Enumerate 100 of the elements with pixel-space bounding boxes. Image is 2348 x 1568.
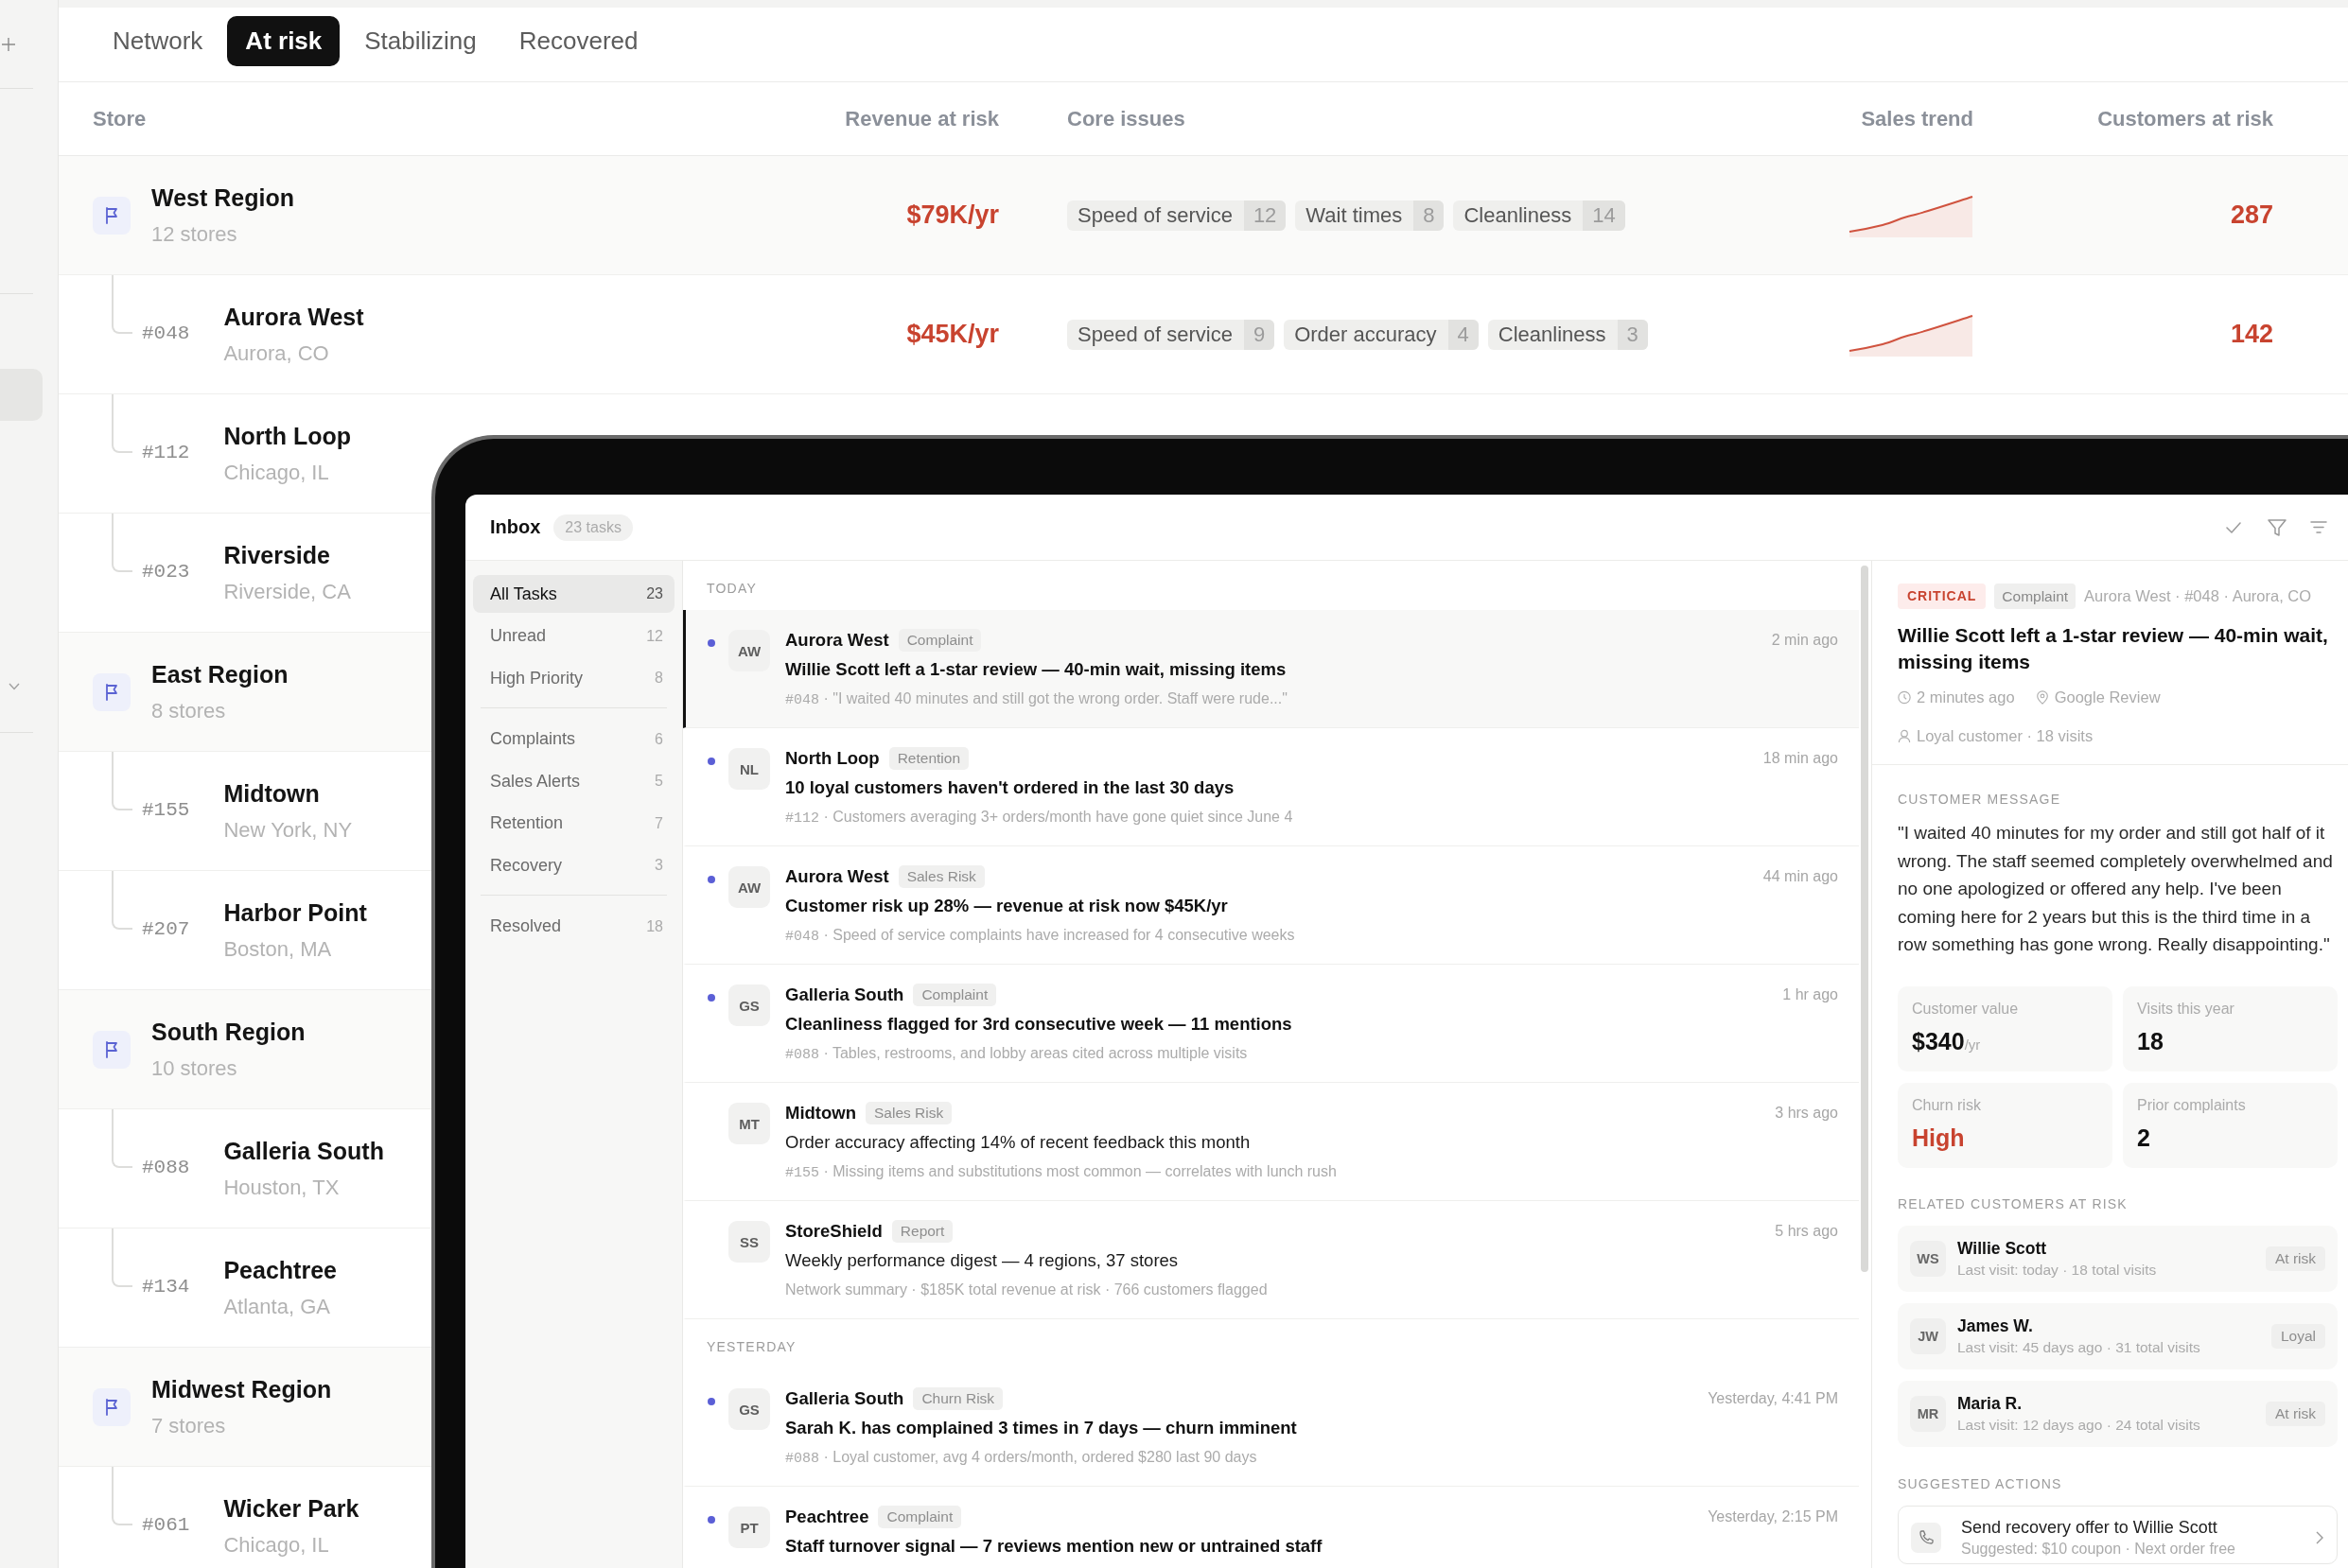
task-item[interactable]: GS Galleria South Churn Risk Yesterday, 4:41 PM Sarah K. has complained 3 times in 7 days — churn imminent #088 · Loyal customer, avg 4 orders/month, ordered $280 last 90 days (683, 1368, 1859, 1487)
folder-item[interactable]: Retention 7 (473, 804, 675, 843)
task-title: Customer risk up 28% — revenue at risk now $45K/yr (785, 895, 1228, 917)
task-summary: #112 · Customers averaging 3+ orders/month have gone quiet since June 4 (785, 808, 1293, 828)
store-count: 8 stores (151, 698, 226, 724)
store-name: Harbor Point (223, 898, 367, 927)
check-icon[interactable] (2226, 521, 2241, 533)
issue-tag: Speed of service 9 (1067, 319, 1275, 350)
task-summary: #088 · Tables, restrooms, and lobby areas cited across multiple visits (785, 1044, 1248, 1065)
folder-item[interactable]: Sales Alerts 5 (473, 762, 675, 800)
task-item[interactable]: AW Aurora West Complaint 2 min ago Willie Scott left a 1-star review — 40-min wait, missing items #048 · "I waited 40 minutes and still got the wrong order. Staff were rude..." (683, 610, 1859, 728)
stat-label: Visits this year (2137, 999, 2234, 1019)
region-name: West Region (151, 183, 294, 212)
folder-item[interactable]: Complaints 6 (473, 720, 675, 758)
store-name: Wicker Park (223, 1494, 359, 1523)
related-customer-card[interactable]: WS Willie Scott Last visit: today · 18 total visits At risk (1898, 1225, 2338, 1292)
suggested-action-card[interactable]: Send recovery offer to Willie Scott Suggested: $10 coupon · Next order free (1898, 1505, 2338, 1564)
scrollbar-thumb[interactable] (1861, 566, 1868, 1272)
region-name: South Region (151, 1018, 306, 1046)
store-city: Atlanta, GA (223, 1294, 330, 1320)
task-title: Weekly performance digest — 4 regions, 37 stores (785, 1249, 1179, 1272)
category-tag: Sales Risk (866, 1102, 953, 1124)
customer-visits: Last visit: 45 days ago · 31 total visits (1957, 1337, 2200, 1357)
time-ago: 2 minutes ago (1917, 688, 2015, 706)
tree-line (112, 752, 132, 810)
avatar: AW (728, 866, 770, 908)
category-tag: Sales Risk (898, 865, 985, 888)
section-label: TODAY (707, 581, 757, 596)
store-name: StoreShield (785, 1221, 883, 1242)
task-title: Staff turnover signal — 7 reviews mention new or untrained staff (785, 1535, 1323, 1558)
region-row[interactable]: Midwest Region 7 stores (59, 1348, 431, 1467)
avatar: GS (728, 1388, 770, 1430)
category-tag: Report (891, 1220, 954, 1243)
category-tag: Complaint (898, 629, 982, 652)
chevron-down-icon[interactable] (9, 683, 20, 690)
store-count: 10 stores (151, 1055, 237, 1082)
tab[interactable]: Network (95, 16, 221, 66)
timestamp: 44 min ago (1762, 868, 1838, 885)
store-city: Chicago, IL (223, 1532, 329, 1559)
tab[interactable]: At risk (227, 16, 341, 66)
flag-icon (93, 197, 131, 235)
task-item[interactable]: SS StoreShield Report 5 hrs ago Weekly performance digest — 4 regions, 37 stores Network summary · $185K total revenue at risk · 766 customers flagged (683, 1201, 1859, 1319)
customers-count: 142 (2230, 320, 2273, 349)
category-tag: Complaint (1994, 584, 2076, 609)
timestamp: Yesterday, 2:15 PM (1708, 1508, 1838, 1525)
region-row[interactable]: West Region 12 stores $79K/yr Speed of service 12 Wait times 8 Cleanliness 14 287 (59, 156, 2348, 275)
status-tag: Loyal (2270, 1323, 2325, 1349)
related-customer-card[interactable]: JW James W. Last visit: 45 days ago · 31 total visits Loyal (1898, 1302, 2338, 1369)
severity-tag: CRITICAL (1898, 584, 1987, 609)
task-item[interactable]: PT Peachtree Complaint Yesterday, 2:15 PM Staff turnover signal — 7 reviews mention new or untrained staff (683, 1487, 1859, 1568)
task-item[interactable]: GS Galleria South Complaint 1 hr ago Cleanliness flagged for 3rd consecutive week — 11 mentions #088 · Tables, restrooms, and lobby areas cited across multiple visits (683, 965, 1859, 1083)
customer-summary: Loyal customer · 18 visits (1917, 727, 2094, 745)
tree-line (112, 275, 132, 334)
store-city: Boston, MA (223, 936, 332, 963)
customer-message: "I waited 40 minutes for my order and still got half of it wrong. The staff seemed completely overwhelmed and no one apologized or offered any help. I've been coming here for 2 years but this is the third time in a row something has gone wrong. Really disappointing." (1898, 822, 2334, 956)
tree-line (112, 1467, 132, 1525)
timestamp: 5 hrs ago (1775, 1223, 1838, 1240)
tab[interactable]: Recovered (500, 16, 657, 66)
section-label: RELATED CUSTOMERS AT RISK (1898, 1194, 2128, 1213)
issue-tag: Order accuracy 4 (1284, 319, 1479, 350)
folder-item[interactable]: All Tasks 23 (473, 575, 675, 613)
inbox-title: Inbox (490, 516, 541, 538)
tree-line (112, 1228, 132, 1287)
region-row[interactable]: East Region 8 stores (59, 633, 431, 752)
task-count: 23 tasks (553, 514, 633, 541)
category-tag: Complaint (878, 1506, 962, 1528)
customer-name: James W. (1957, 1315, 2033, 1337)
folder-item[interactable]: High Priority 8 (473, 659, 675, 697)
person-icon (1898, 729, 1911, 743)
customer-name: Maria R. (1957, 1392, 2023, 1415)
task-item[interactable]: AW Aurora West Sales Risk 44 min ago Customer risk up 28% — revenue at risk now $45K/yr #048 · Speed of service complaints have increased for 4 consecutive weeks (683, 846, 1859, 965)
plus-icon[interactable] (2, 38, 15, 51)
customers-count: 287 (2230, 200, 2273, 230)
store-number: #112 (142, 441, 190, 465)
tree-line (112, 871, 132, 930)
timestamp: 1 hr ago (1782, 986, 1838, 1003)
sort-icon[interactable] (2310, 521, 2327, 533)
store-city: Houston, TX (223, 1175, 340, 1201)
folder-item[interactable]: Unread 12 (473, 617, 675, 655)
region-row[interactable]: South Region 10 stores (59, 990, 431, 1109)
tab[interactable]: Stabilizing (346, 16, 495, 66)
related-customer-card[interactable]: MR Maria R. Last visit: 12 days ago · 24 total visits At risk (1898, 1380, 2338, 1447)
task-item[interactable]: NL North Loop Retention 18 min ago 10 loyal customers haven't ordered in the last 30 days #112 · Customers averaging 3+ orders/month have gone quiet since June 4 (683, 728, 1859, 846)
issue-tag: Cleanliness 3 (1487, 319, 1648, 350)
task-title: Sarah K. has complained 3 times in 7 days — churn imminent (785, 1417, 1297, 1439)
store-name: Midtown (223, 779, 320, 808)
region-name: Midwest Region (151, 1375, 332, 1403)
folder-item[interactable]: Resolved 18 (473, 907, 675, 946)
store-city: Riverside, CA (223, 579, 351, 605)
flag-icon (93, 1388, 131, 1426)
folder-item[interactable]: Recovery 3 (473, 846, 675, 884)
avatar: MT (728, 1103, 770, 1144)
task-item[interactable]: MT Midtown Sales Risk 3 hrs ago Order accuracy affecting 14% of recent feedback this month #155 · Missing items and substitutions most common — correlates with lunch rush (683, 1083, 1859, 1201)
revenue-value: $79K/yr (906, 200, 999, 230)
store-name: Galleria South (223, 1137, 384, 1165)
task-summary: #048 · Speed of service complaints have increased for 4 consecutive weeks (785, 926, 1295, 947)
status-tag: At risk (2265, 1246, 2325, 1271)
store-name: Aurora West (223, 303, 364, 331)
filter-icon[interactable] (2268, 518, 2287, 536)
timestamp: Yesterday, 4:41 PM (1708, 1390, 1838, 1407)
